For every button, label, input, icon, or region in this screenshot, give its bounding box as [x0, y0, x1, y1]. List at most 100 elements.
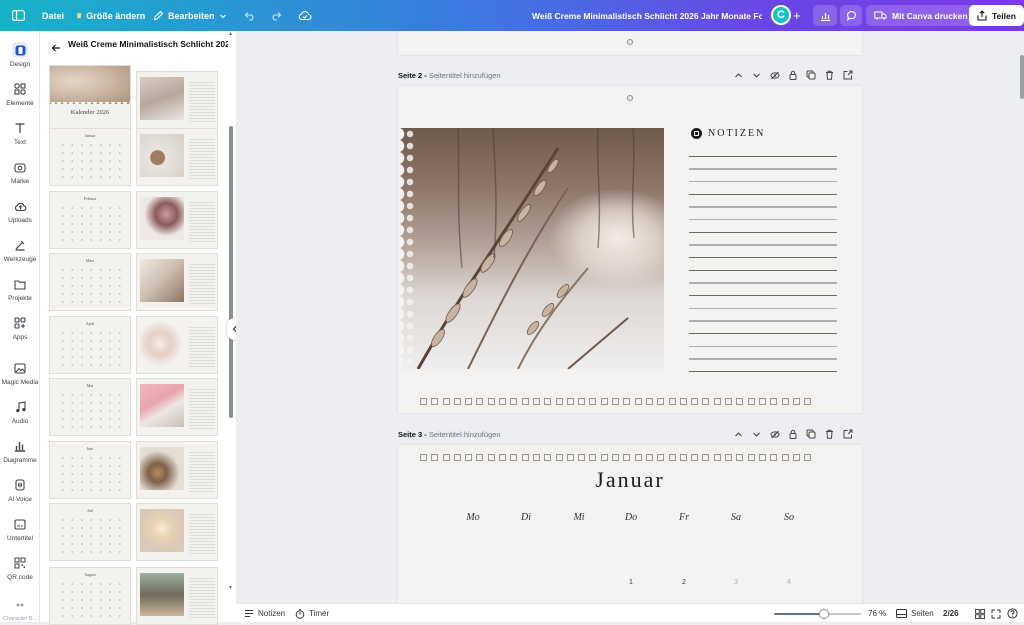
canvas-scrollbar-thumb[interactable]: [1020, 55, 1024, 99]
page-2[interactable]: NOTIZEN: [398, 86, 862, 413]
notes-lines: [189, 387, 215, 431]
template-page-notes[interactable]: [136, 71, 218, 129]
template-notes-thumb[interactable]: [136, 378, 218, 436]
chevron-down-icon[interactable]: [752, 71, 761, 80]
document-title[interactable]: Weiß Creme Minimalistisch Schlicht 2026 …: [532, 0, 762, 31]
chevron-up-icon[interactable]: [734, 430, 743, 439]
rail-item-projects[interactable]: Projekte: [0, 276, 40, 302]
photo-thumb: [140, 447, 184, 490]
day-grid: [58, 580, 124, 620]
duplicate-icon[interactable]: [806, 429, 816, 439]
chevron-up-icon[interactable]: [734, 71, 743, 80]
comments-button[interactable]: [840, 5, 862, 26]
notes-button[interactable]: Notizen: [244, 604, 285, 623]
add-collaborator-button[interactable]: +: [793, 0, 801, 31]
back-button[interactable]: [51, 40, 61, 58]
rail-item-character-builder[interactable]: Character B...: [0, 597, 40, 622]
page-3[interactable]: Januar Mo Di Mi Do Fr Sa So 1 2 3 4 5 6 …: [398, 445, 862, 603]
template-notes-thumb[interactable]: [136, 567, 218, 625]
notes-title[interactable]: NOTIZEN: [708, 128, 765, 139]
rail-item-charts[interactable]: Diagramme: [0, 438, 40, 464]
rail-item-brand[interactable]: Marke: [0, 159, 40, 185]
resize-label: Größe ändern: [86, 10, 146, 21]
help-button[interactable]: [1007, 604, 1018, 623]
scrollbar-thumb[interactable]: [229, 126, 233, 418]
photo-thumb: [140, 322, 184, 365]
fullscreen-button[interactable]: [991, 604, 1001, 623]
rail-item-subtitles[interactable]: Untertitel: [0, 516, 40, 542]
template-month-thumb[interactable]: Juni: [49, 441, 131, 499]
insights-button[interactable]: [813, 5, 837, 26]
undo-button[interactable]: [244, 0, 256, 31]
rail-label: Audio: [11, 418, 29, 425]
notes-label: Notizen: [258, 609, 286, 618]
template-month-thumb[interactable]: April: [49, 316, 131, 374]
rail-item-ai-voice[interactable]: AI Voice: [0, 477, 40, 503]
duplicate-icon[interactable]: [806, 70, 816, 80]
page-counter[interactable]: 2/26: [943, 604, 959, 623]
template-page-cover[interactable]: Kalender 2026: [49, 65, 131, 129]
grid-view-button[interactable]: [975, 604, 985, 623]
template-notes-thumb[interactable]: [136, 316, 218, 374]
bar-chart-icon: [820, 12, 830, 21]
add-page-icon[interactable]: [843, 429, 853, 439]
rail-item-audio[interactable]: Audio: [0, 399, 40, 425]
template-notes-thumb[interactable]: [136, 253, 218, 311]
page-3-label[interactable]: Seite 3 - Seitentitel hinzufügen: [398, 430, 501, 439]
resize-button[interactable]: ♛ Größe ändern: [76, 0, 145, 31]
template-notes-thumb[interactable]: [136, 441, 218, 499]
template-month-thumb[interactable]: August: [49, 567, 131, 625]
template-month-thumb[interactable]: Februar: [49, 191, 131, 249]
template-month-thumb[interactable]: Juli: [49, 503, 131, 561]
rail-item-design[interactable]: Design: [0, 42, 40, 68]
template-notes-thumb[interactable]: [136, 503, 218, 561]
rail-item-qr-code[interactable]: QR code: [0, 555, 40, 581]
rail-item-text[interactable]: Text: [0, 120, 40, 146]
rail-label: AI Voice: [8, 496, 32, 503]
rail-item-apps[interactable]: Apps: [0, 315, 40, 341]
chevron-down-icon[interactable]: [752, 430, 761, 439]
rail-item-elements[interactable]: Elemente: [0, 81, 40, 107]
timer-button[interactable]: Timer: [295, 604, 329, 623]
add-page-icon[interactable]: [843, 70, 853, 80]
redo-button[interactable]: [270, 0, 282, 31]
photo-thumb: [140, 384, 184, 427]
print-button[interactable]: Mit Canva drucken: [866, 5, 976, 26]
template-month-thumb[interactable]: März: [49, 253, 131, 311]
lock-icon[interactable]: [789, 70, 797, 80]
page-2-label[interactable]: Seite 2 - Seitentitel hinzufügen: [398, 71, 501, 80]
zoom-slider-knob[interactable]: [818, 609, 829, 619]
winter-grass-photo[interactable]: [398, 128, 664, 369]
trash-icon[interactable]: [825, 429, 834, 439]
pages-button[interactable]: Seiten: [896, 604, 934, 623]
zoom-level[interactable]: 76 %: [868, 604, 886, 623]
hide-icon[interactable]: [770, 71, 780, 80]
file-menu[interactable]: Datei: [42, 0, 64, 31]
edit-menu[interactable]: Bearbeiten: [153, 0, 227, 31]
rail-label: Magic Media: [1, 379, 39, 386]
sidebar-toggle-button[interactable]: [12, 0, 25, 31]
template-notes-thumb[interactable]: [136, 128, 218, 186]
notes-lines: [189, 80, 215, 124]
lock-icon[interactable]: [789, 429, 797, 439]
page-1[interactable]: [398, 31, 862, 55]
rail-item-magic-media[interactable]: Magic Media: [0, 360, 40, 386]
panel-scrollbar[interactable]: ▲ ▼: [228, 28, 233, 591]
rail-item-tools[interactable]: Werkzeuge: [0, 237, 40, 263]
zoom-slider[interactable]: [774, 609, 861, 619]
rail-item-uploads[interactable]: Uploads: [0, 198, 40, 224]
template-notes-thumb[interactable]: [136, 191, 218, 249]
rail-label: Elemente: [6, 100, 34, 107]
user-avatar[interactable]: C: [771, 5, 791, 25]
notes-lines[interactable]: [689, 156, 837, 372]
day-grid: [58, 204, 124, 244]
cloud-save-button[interactable]: [298, 0, 312, 31]
sidebar-toggle-icon: [12, 10, 25, 21]
month-title[interactable]: Januar: [398, 467, 862, 493]
trash-icon[interactable]: [825, 70, 834, 80]
template-month-thumb[interactable]: Mai: [49, 378, 131, 436]
share-label: Teilen: [992, 10, 1016, 21]
share-button[interactable]: Teilen: [969, 5, 1024, 26]
template-month-thumb[interactable]: Januar: [49, 128, 131, 186]
hide-icon[interactable]: [770, 430, 780, 439]
